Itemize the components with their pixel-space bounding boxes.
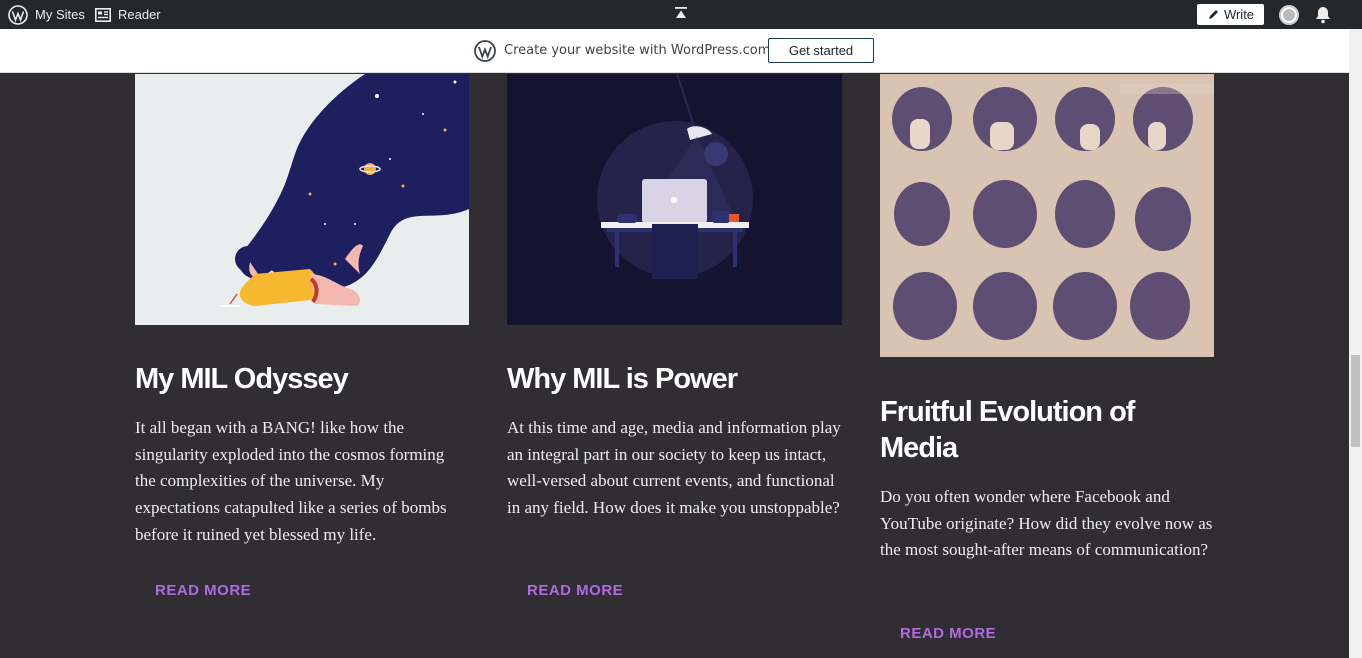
read-more-link-3[interactable]: READ MORE bbox=[900, 625, 996, 642]
wordpress-logo-icon bbox=[474, 40, 496, 62]
write-label: Write bbox=[1223, 7, 1255, 22]
post-image-1[interactable] bbox=[135, 74, 469, 325]
post-image-3[interactable] bbox=[880, 74, 1214, 357]
reader-label: Reader bbox=[118, 7, 161, 22]
post-excerpt-2: At this time and age, media and informat… bbox=[507, 418, 841, 518]
post-title-3[interactable]: Fruitful Evolution of Media bbox=[880, 394, 1214, 466]
read-more-link-2[interactable]: READ MORE bbox=[527, 582, 623, 599]
scrollbar-thumb[interactable] bbox=[1351, 355, 1360, 447]
post-title-1[interactable]: My MIL Odyssey bbox=[135, 361, 469, 397]
reader-button[interactable]: Reader bbox=[95, 0, 161, 29]
my-sites-label: My Sites bbox=[35, 7, 85, 22]
laptop-at-desk-illustration bbox=[597, 74, 753, 279]
my-sites-button[interactable]: My Sites bbox=[8, 0, 85, 29]
write-button[interactable]: Write bbox=[1197, 4, 1264, 25]
pen-icon bbox=[1208, 9, 1218, 19]
get-started-button[interactable]: Get started bbox=[768, 38, 874, 63]
post-excerpt-1: It all began with a BANG! like how the s… bbox=[135, 418, 447, 544]
avatar[interactable] bbox=[1279, 5, 1299, 25]
post-title-2[interactable]: Why MIL is Power bbox=[507, 361, 842, 397]
notifications-bell-icon[interactable] bbox=[1314, 6, 1332, 24]
wordpress-logo-icon bbox=[8, 4, 28, 25]
page-scrollbar[interactable] bbox=[1349, 29, 1362, 658]
collapse-bar-icon[interactable] bbox=[674, 6, 688, 20]
stamped-faces-illustration bbox=[892, 84, 1214, 340]
banner-text: Create your website with WordPress.com bbox=[504, 43, 771, 58]
create-site-banner: Create your website with WordPress.com G… bbox=[0, 29, 1349, 73]
post-image-2[interactable] bbox=[507, 74, 842, 325]
admin-bar: My Sites Reader Write bbox=[0, 0, 1362, 29]
reader-icon bbox=[95, 7, 111, 22]
woman-reading-illustration bbox=[220, 74, 469, 307]
post-excerpt-3: Do you often wonder where Facebook and Y… bbox=[880, 487, 1213, 560]
read-more-link-1[interactable]: READ MORE bbox=[155, 582, 251, 599]
